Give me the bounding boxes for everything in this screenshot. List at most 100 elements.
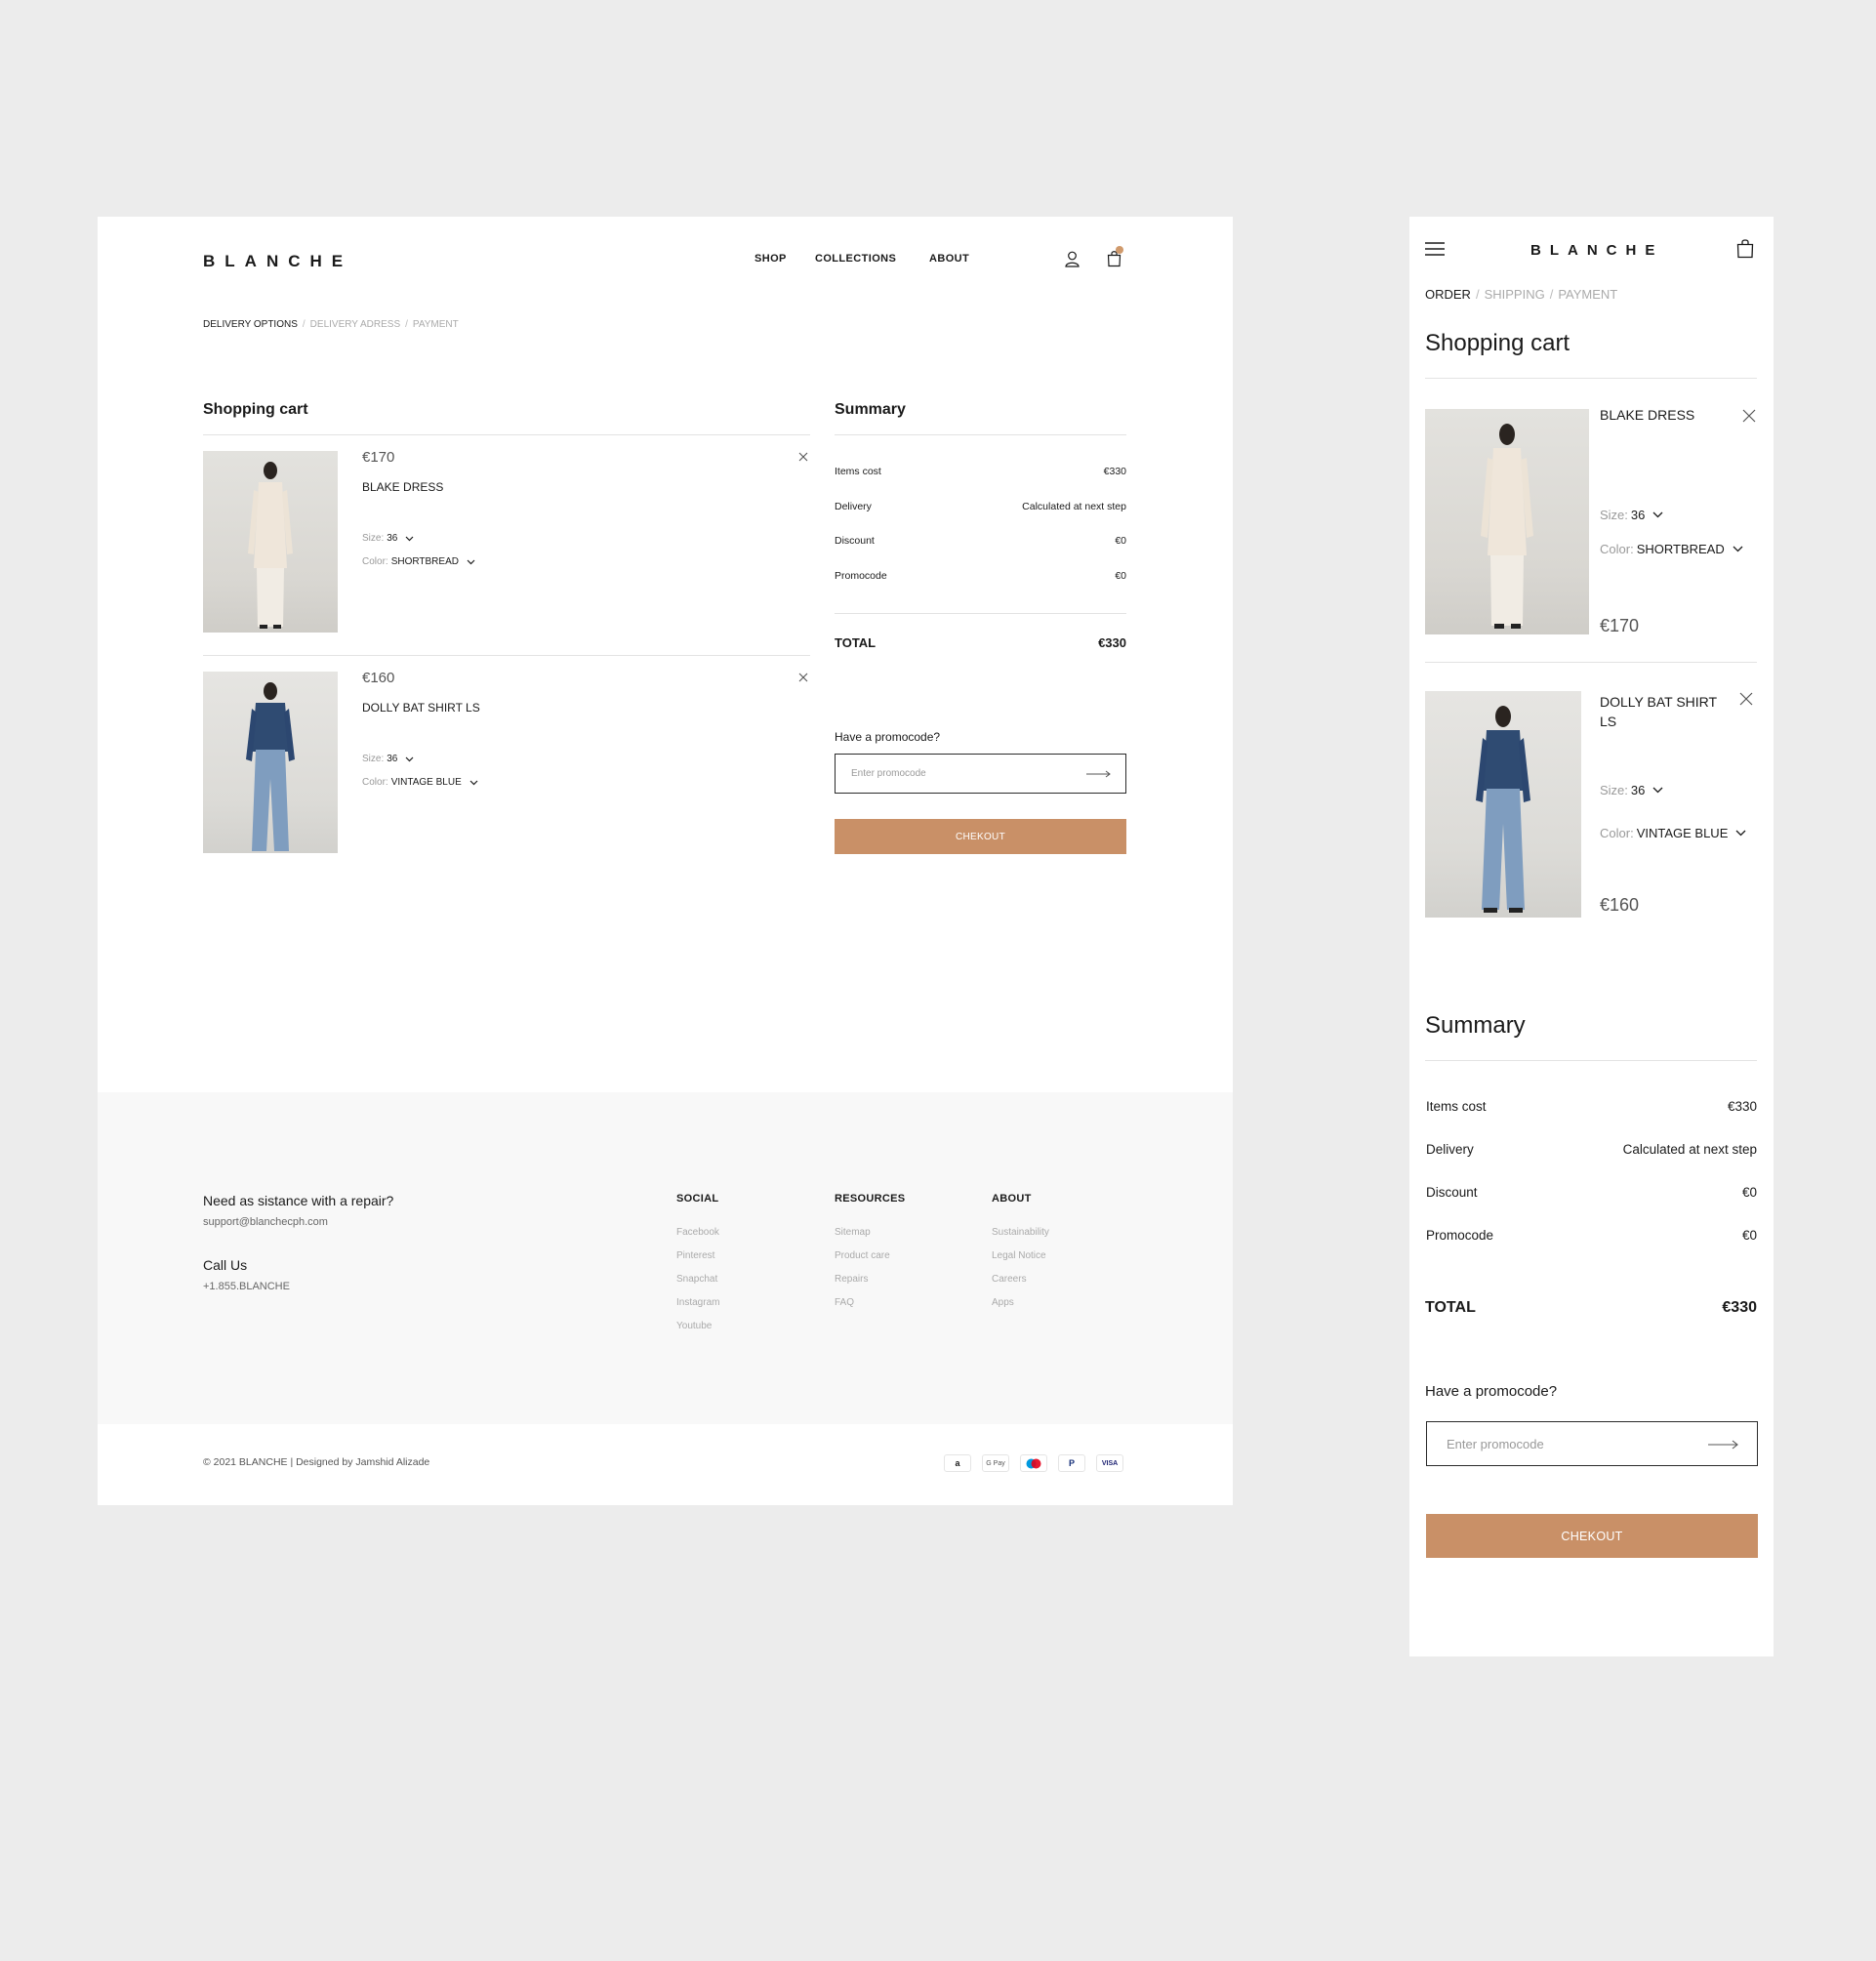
breadcrumb-order[interactable]: ORDER — [1425, 287, 1471, 302]
divider — [203, 655, 810, 656]
footer-link-pinterest[interactable]: Pinterest — [676, 1250, 714, 1261]
nav-about[interactable]: ABOUT — [929, 253, 969, 265]
cart-count-badge — [1116, 246, 1123, 254]
summary-row-promocode: Promocode €0 — [835, 570, 1126, 582]
breadcrumb-delivery-address[interactable]: DELIVERY ADRESS — [310, 319, 400, 330]
footer-link-youtube[interactable]: Youtube — [676, 1321, 712, 1331]
hamburger-menu-icon[interactable] — [1425, 242, 1445, 256]
divider — [1425, 662, 1757, 663]
chevron-down-icon — [469, 780, 478, 785]
color-selector[interactable]: Color: SHORTBREAD — [362, 556, 475, 567]
assist-title: Need as sistance with a repair? — [203, 1193, 394, 1208]
footer-link-snapchat[interactable]: Snapchat — [676, 1274, 717, 1285]
breadcrumb-payment[interactable]: PAYMENT — [413, 319, 459, 330]
divider — [835, 613, 1126, 614]
checkout-button[interactable]: CHEKOUT — [835, 819, 1126, 854]
product-image-dolly-bat-shirt[interactable] — [1425, 691, 1581, 918]
size-selector[interactable]: Size: 36 — [1600, 508, 1663, 522]
brand-logo[interactable]: BLANCHE — [1530, 242, 1663, 259]
support-email[interactable]: support@blanchecph.com — [203, 1216, 328, 1228]
summary-row-discount: Discount €0 — [1426, 1185, 1757, 1200]
footer-link-product-care[interactable]: Product care — [835, 1250, 890, 1261]
footer-link-instagram[interactable]: Instagram — [676, 1297, 719, 1308]
footer-link-faq[interactable]: FAQ — [835, 1297, 854, 1308]
item-name[interactable]: BLAKE DRESS — [1600, 407, 1694, 423]
cart-title: Shopping cart — [1425, 330, 1570, 356]
item-price: €160 — [362, 670, 395, 686]
item-name-line-2[interactable]: LS — [1600, 714, 1616, 729]
footer — [98, 1092, 1233, 1424]
summary-row-promocode: Promocode €0 — [1426, 1228, 1757, 1243]
desktop-page: BLANCHE SHOP COLLECTIONS ABOUT DELIVERY … — [98, 217, 1233, 1505]
visa-icon: VISA — [1096, 1454, 1123, 1472]
chevron-down-icon — [1652, 511, 1663, 518]
footer-link-careers[interactable]: Careers — [992, 1274, 1027, 1285]
breadcrumb-shipping[interactable]: SHIPPING — [1485, 287, 1545, 302]
summary-title: Summary — [835, 401, 906, 418]
item-price: €170 — [362, 449, 395, 466]
divider — [1425, 1060, 1757, 1061]
checkout-button[interactable]: CHEKOUT — [1426, 1514, 1758, 1558]
promo-input[interactable] — [1427, 1422, 1692, 1465]
summary-row-items-cost: Items cost €330 — [835, 466, 1126, 477]
footer-link-sitemap[interactable]: Sitemap — [835, 1227, 871, 1238]
arrow-right-icon[interactable] — [1708, 1440, 1739, 1450]
product-image-dolly-bat-shirt[interactable] — [203, 672, 338, 853]
paypal-icon: P — [1058, 1454, 1085, 1472]
color-selector[interactable]: Color: VINTAGE BLUE — [1600, 826, 1746, 840]
breadcrumb-payment[interactable]: PAYMENT — [1558, 287, 1617, 302]
footer-link-repairs[interactable]: Repairs — [835, 1274, 868, 1285]
call-title: Call Us — [203, 1257, 248, 1273]
phone-number[interactable]: +1.855.BLANCHE — [203, 1281, 290, 1292]
shopping-bag-icon[interactable] — [1736, 238, 1754, 259]
summary-total: TOTAL €330 — [835, 635, 1126, 650]
nav-collections[interactable]: COLLECTIONS — [815, 253, 896, 265]
cart-title: Shopping cart — [203, 401, 308, 418]
maestro-icon — [1020, 1454, 1047, 1472]
summary-total: TOTAL €330 — [1425, 1299, 1757, 1316]
brand-logo[interactable]: BLANCHE — [203, 252, 352, 271]
footer-about-title: ABOUT — [992, 1193, 1032, 1205]
remove-item-icon[interactable] — [1742, 409, 1756, 423]
item-price: €160 — [1600, 895, 1640, 915]
breadcrumb: DELIVERY OPTIONS / DELIVERY ADRESS / PAYMENT — [203, 319, 459, 330]
footer-link-sustainability[interactable]: Sustainability — [992, 1227, 1049, 1238]
size-selector[interactable]: Size: 36 — [362, 533, 414, 544]
summary-title: Summary — [1425, 1012, 1526, 1039]
copyright: © 2021 BLANCHE | Designed by Jamshid Ali… — [203, 1456, 430, 1468]
footer-link-legal-notice[interactable]: Legal Notice — [992, 1250, 1046, 1261]
footer-link-facebook[interactable]: Facebook — [676, 1227, 719, 1238]
remove-item-icon[interactable] — [798, 452, 808, 462]
chevron-down-icon — [405, 536, 414, 541]
item-name-line-1[interactable]: DOLLY BAT SHIRT — [1600, 694, 1717, 710]
summary-row-delivery: Delivery Calculated at next step — [1426, 1142, 1757, 1157]
item-name[interactable]: BLAKE DRESS — [362, 480, 443, 494]
footer-link-apps[interactable]: Apps — [992, 1297, 1014, 1308]
product-image-blake-dress[interactable] — [1425, 409, 1589, 634]
product-image-blake-dress[interactable] — [203, 451, 338, 633]
summary-row-discount: Discount €0 — [835, 535, 1126, 547]
chevron-down-icon — [1735, 830, 1746, 837]
remove-item-icon[interactable] — [1739, 692, 1753, 706]
size-selector[interactable]: Size: 36 — [362, 754, 414, 764]
remove-item-icon[interactable] — [798, 673, 808, 682]
chevron-down-icon — [1733, 546, 1743, 552]
item-price: €170 — [1600, 616, 1640, 635]
promo-label: Have a promocode? — [835, 730, 941, 744]
chevron-down-icon — [405, 756, 414, 761]
promo-label: Have a promocode? — [1425, 1383, 1558, 1400]
summary-row-items-cost: Items cost €330 — [1426, 1099, 1757, 1114]
amazon-pay-icon: a — [944, 1454, 971, 1472]
promo-input[interactable] — [836, 755, 1068, 793]
color-selector[interactable]: Color: VINTAGE BLUE — [362, 777, 478, 788]
footer-social-title: SOCIAL — [676, 1193, 719, 1205]
size-selector[interactable]: Size: 36 — [1600, 783, 1663, 797]
color-selector[interactable]: Color: SHORTBREAD — [1600, 542, 1743, 556]
arrow-right-icon[interactable] — [1086, 770, 1112, 778]
divider — [1425, 378, 1757, 379]
user-icon[interactable] — [1065, 251, 1080, 267]
breadcrumb-delivery-options[interactable]: DELIVERY OPTIONS — [203, 319, 298, 330]
promo-field — [1426, 1421, 1758, 1466]
item-name[interactable]: DOLLY BAT SHIRT LS — [362, 701, 480, 715]
nav-shop[interactable]: SHOP — [754, 253, 787, 265]
